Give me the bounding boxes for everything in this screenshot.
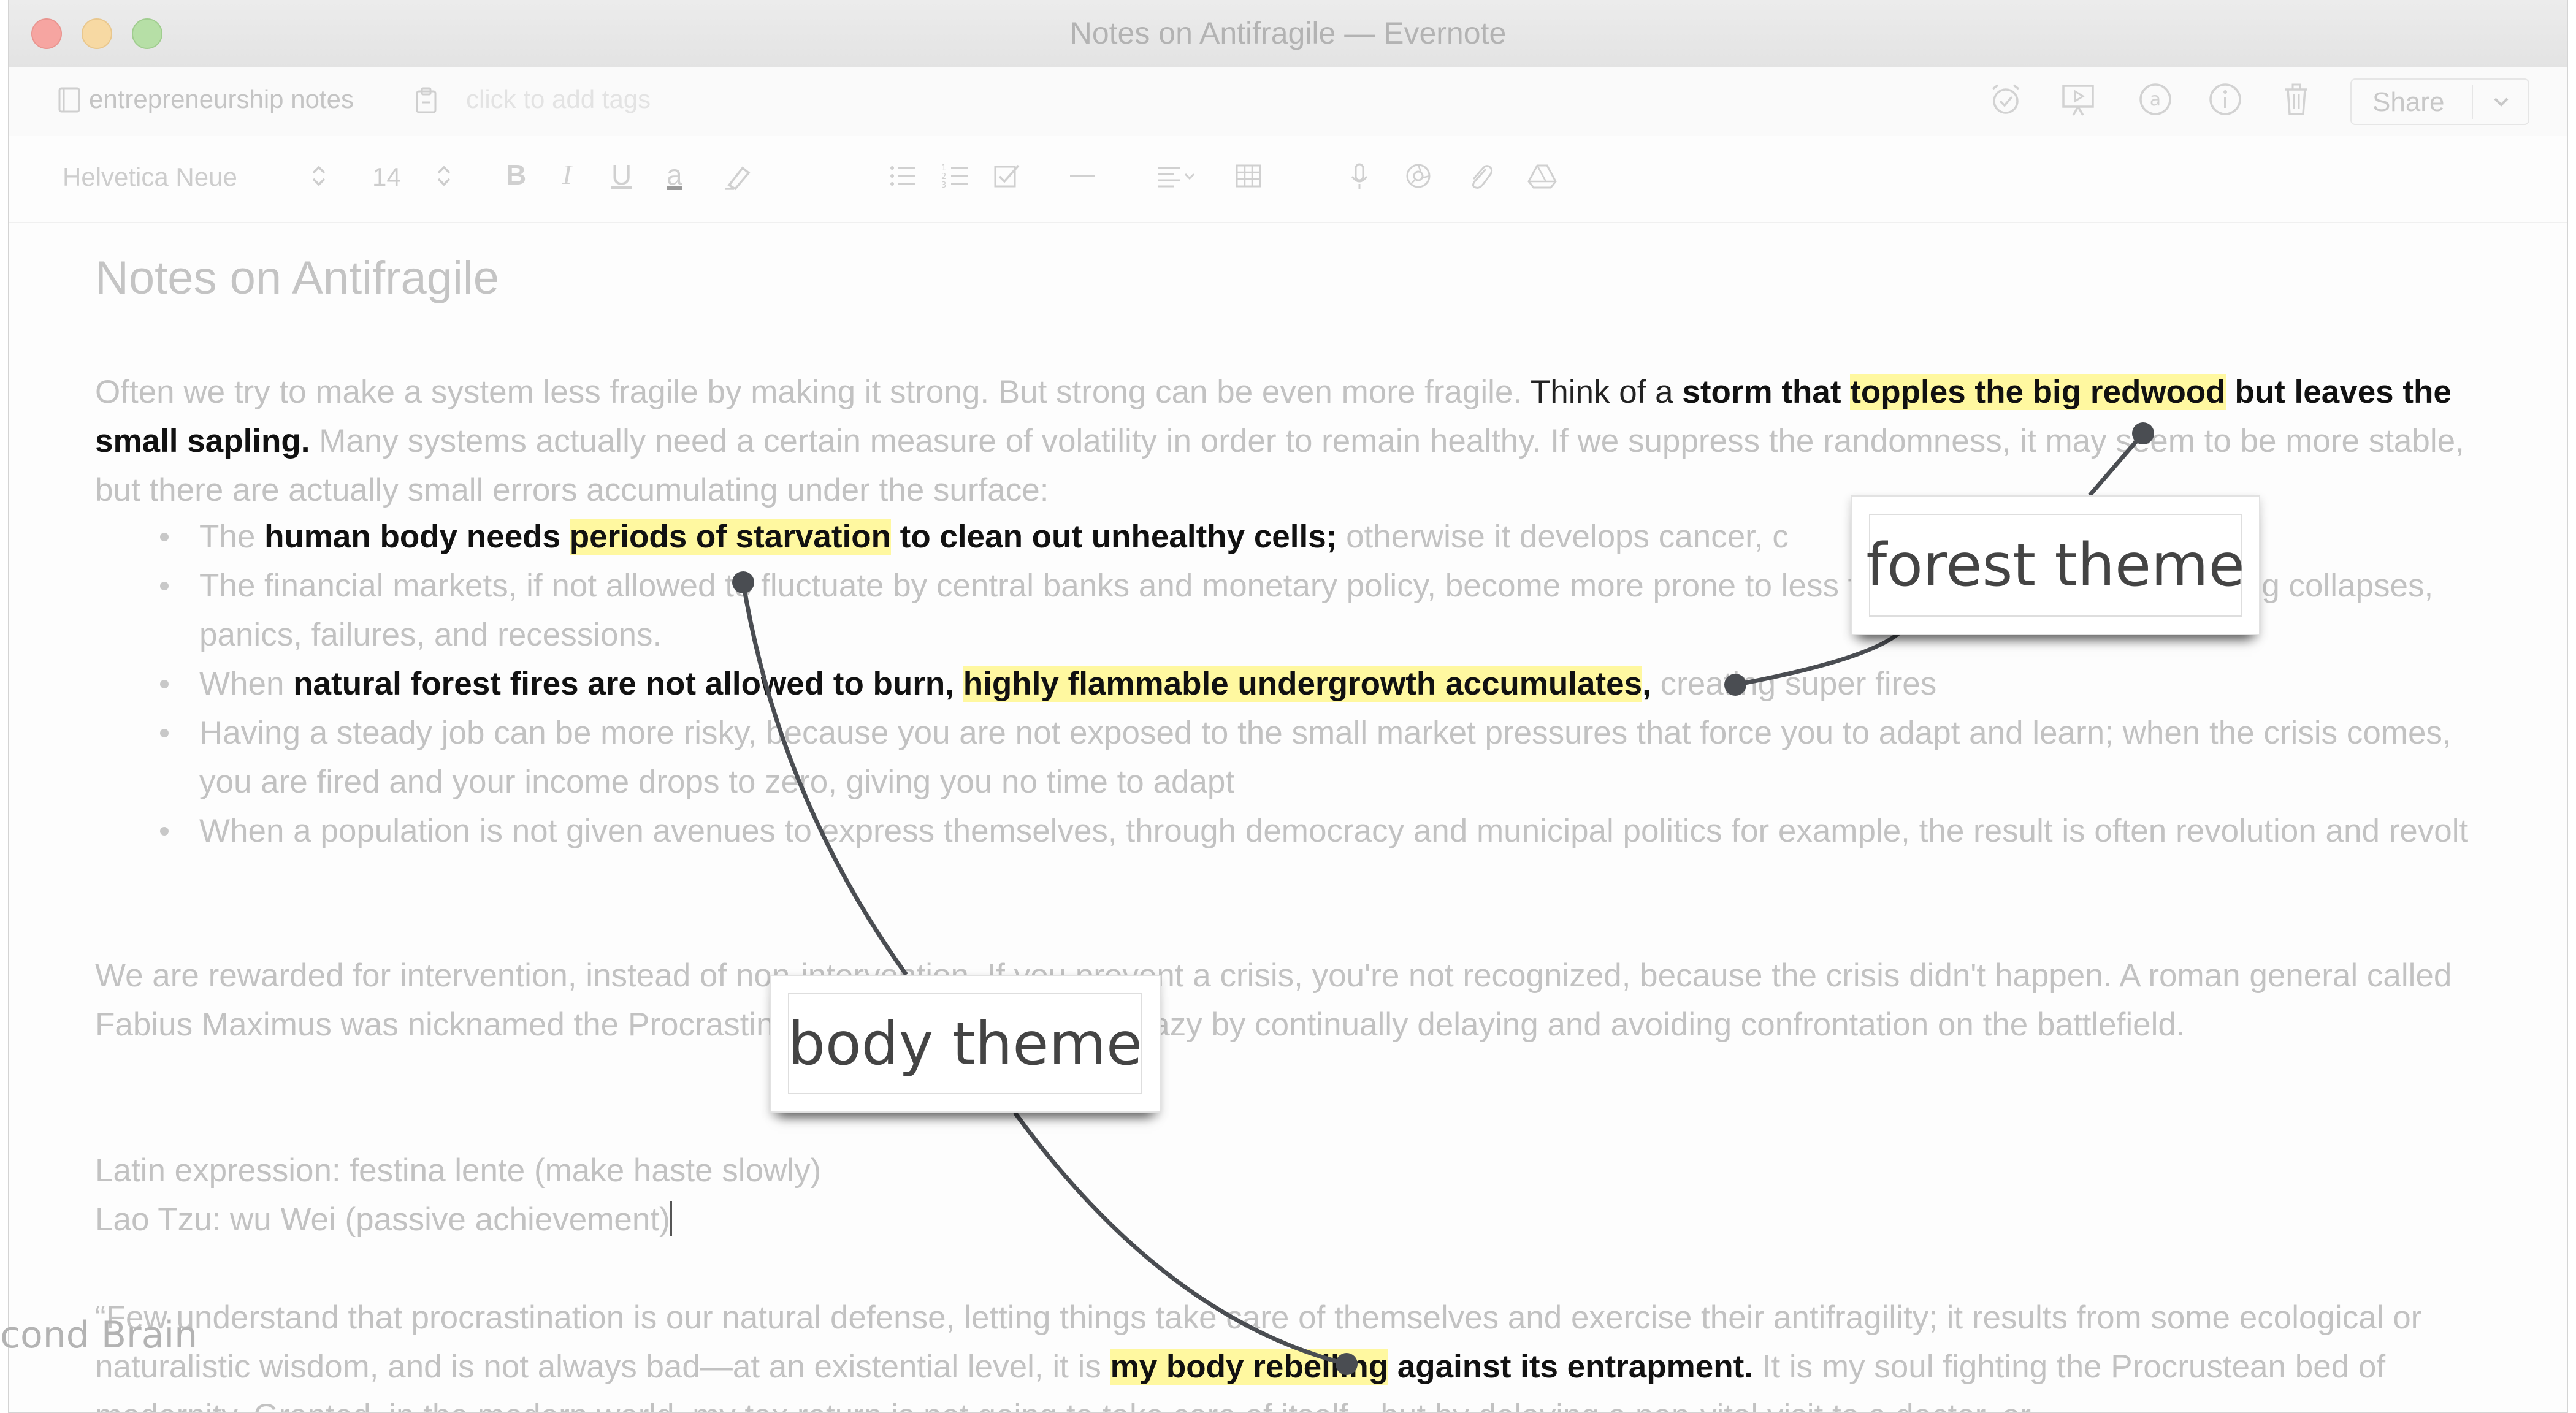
body-connector-bottom xyxy=(1013,1111,1347,1366)
body-anchor-dot-bottom xyxy=(1336,1353,1358,1375)
annotation-lines xyxy=(732,422,2154,1375)
watermark-label: cond Brain xyxy=(0,1314,198,1357)
forest-theme-callout: forest theme xyxy=(1851,495,2260,635)
forest-theme-label: forest theme xyxy=(1866,531,2245,600)
body-theme-callout: body theme xyxy=(770,975,1161,1113)
body-theme-label: body theme xyxy=(787,1009,1143,1078)
body-anchor-dot-top xyxy=(732,571,754,593)
forest-anchor-dot-bottom xyxy=(1724,674,1746,696)
forest-connector-top xyxy=(2088,432,2145,497)
body-connector-top xyxy=(741,582,908,977)
forest-anchor-dot-top xyxy=(2132,422,2154,444)
